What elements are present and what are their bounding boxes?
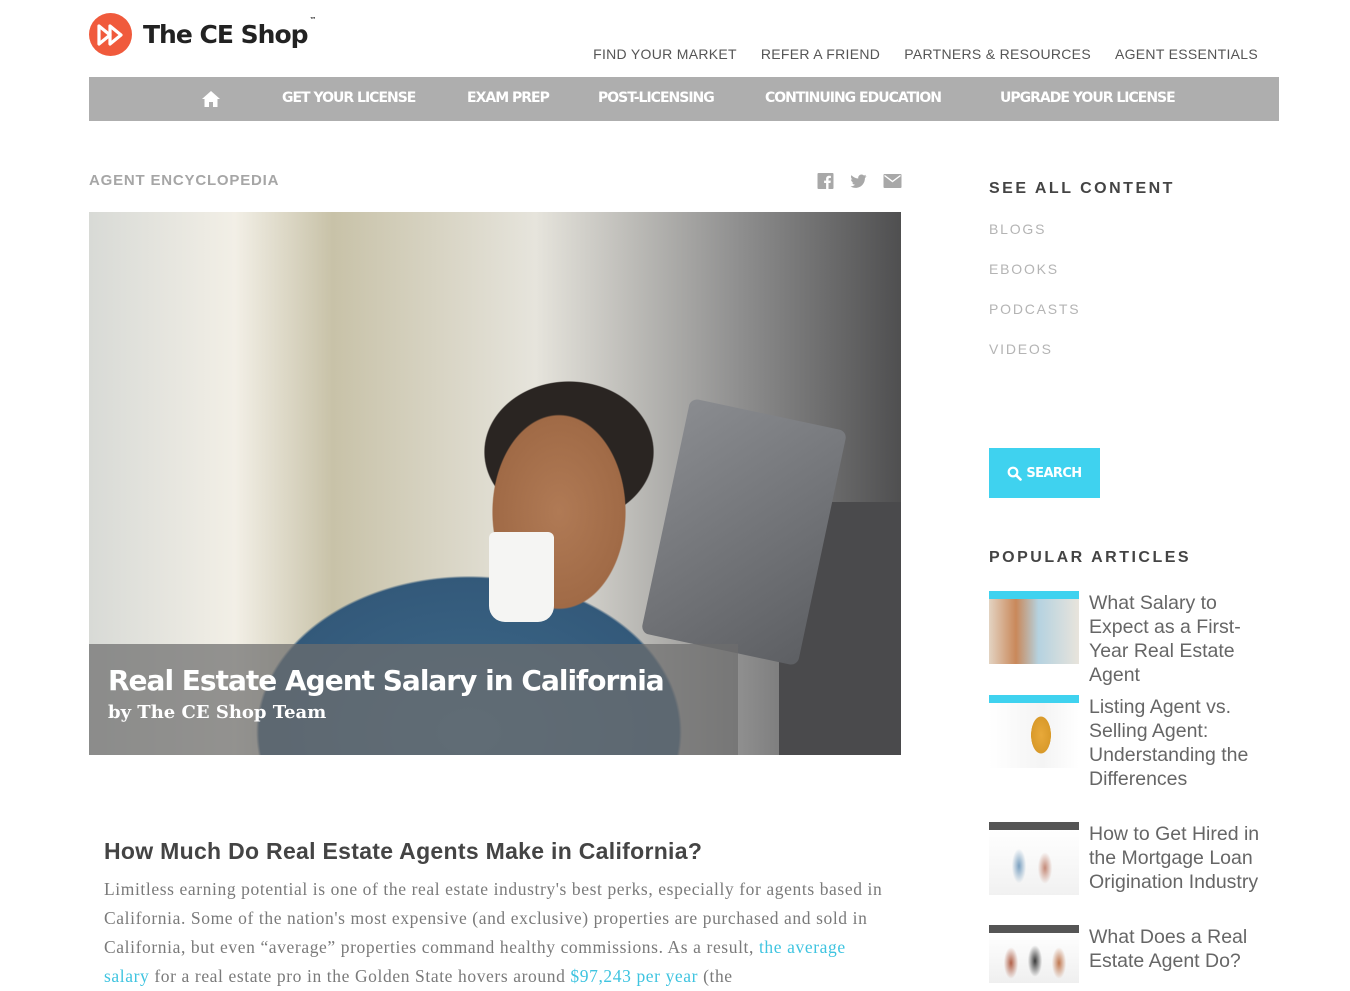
home-icon[interactable] [201, 89, 221, 109]
article-thumbnail [989, 695, 1079, 768]
fast-forward-icon [89, 13, 132, 56]
section-label: AGENT ENCYCLOPEDIA [89, 172, 280, 189]
popular-article-item[interactable]: What Salary to Expect as a First-Year Re… [989, 591, 1279, 687]
top-link-agent-essentials[interactable]: AGENT ESSENTIALS [1115, 46, 1258, 62]
popular-articles-heading: POPULAR ARTICLES [989, 549, 1192, 566]
nav-upgrade-license[interactable]: UPGRADE YOUR LICENSE [1000, 90, 1176, 106]
nav-post-licensing[interactable]: POST-LICENSING [598, 90, 715, 106]
hero-caption: Real Estate Agent Salary in California b… [89, 644, 738, 755]
article-thumbnail [989, 822, 1079, 895]
sidebar-link-ebooks[interactable]: EBOOKS [989, 261, 1059, 277]
thumb-accent-bar [989, 925, 1079, 933]
search-label: SEARCH [1026, 465, 1082, 481]
article-paragraph: Limitless earning potential is one of th… [104, 875, 894, 991]
mug-shape [489, 532, 554, 622]
top-link-refer-friend[interactable]: REFER A FRIEND [761, 46, 880, 62]
utility-nav: FIND YOUR MARKET REFER A FRIEND PARTNERS… [593, 46, 1258, 62]
top-link-find-market[interactable]: FIND YOUR MARKET [593, 46, 737, 62]
search-icon [1008, 466, 1023, 481]
salary-figure-link[interactable]: $97,243 per year [570, 966, 698, 986]
main-nav: GET YOUR LICENSE EXAM PREP POST-LICENSIN… [89, 77, 1279, 121]
popular-article-title[interactable]: What Does a Real Estate Agent Do? [1089, 925, 1279, 983]
popular-article-item[interactable]: Listing Agent vs. Selling Agent: Underst… [989, 695, 1279, 791]
search-button[interactable]: SEARCH [989, 448, 1100, 498]
popular-article-item[interactable]: What Does a Real Estate Agent Do? [989, 925, 1279, 983]
popular-article-title[interactable]: How to Get Hired in the Mortgage Loan Or… [1089, 822, 1279, 895]
trademark: ™ [309, 16, 317, 24]
thumb-accent-bar [989, 695, 1079, 703]
thumb-scene [989, 599, 1079, 664]
nav-get-license[interactable]: GET YOUR LICENSE [282, 90, 416, 106]
article-heading: How Much Do Real Estate Agents Make in C… [104, 838, 703, 864]
popular-article-item[interactable]: How to Get Hired in the Mortgage Loan Or… [989, 822, 1279, 895]
article-thumbnail [989, 591, 1079, 664]
thumb-scene [989, 933, 1079, 983]
see-all-heading: SEE ALL CONTENT [989, 180, 1175, 197]
thumb-accent-bar [989, 591, 1079, 599]
sidebar-link-blogs[interactable]: BLOGS [989, 221, 1046, 237]
thumb-accent-bar [989, 822, 1079, 830]
sidebar-link-podcasts[interactable]: PODCASTS [989, 301, 1080, 317]
hero-image: Real Estate Agent Salary in California b… [89, 212, 901, 755]
email-icon[interactable] [883, 174, 902, 188]
article-byline: by The CE Shop Team [108, 702, 327, 723]
paragraph-text: (the [698, 966, 733, 986]
twitter-icon[interactable] [850, 173, 867, 189]
thumb-scene [989, 703, 1079, 768]
brand-name: The CE Shop ™ [143, 16, 317, 49]
thumb-scene [989, 830, 1079, 895]
nav-continuing-education[interactable]: CONTINUING EDUCATION [765, 90, 942, 106]
nav-exam-prep[interactable]: EXAM PREP [467, 90, 550, 106]
share-bar [817, 173, 902, 189]
popular-article-title[interactable]: Listing Agent vs. Selling Agent: Underst… [1089, 695, 1279, 791]
popular-article-title[interactable]: What Salary to Expect as a First-Year Re… [1089, 591, 1279, 687]
article-title: Real Estate Agent Salary in California [108, 664, 665, 697]
top-link-partners[interactable]: PARTNERS & RESOURCES [904, 46, 1091, 62]
article-thumbnail [989, 925, 1079, 983]
sidebar-link-videos[interactable]: VIDEOS [989, 341, 1053, 357]
facebook-icon[interactable] [817, 173, 834, 189]
site-logo[interactable]: The CE Shop ™ [89, 13, 317, 56]
paragraph-text: for a real estate pro in the Golden Stat… [149, 966, 571, 986]
